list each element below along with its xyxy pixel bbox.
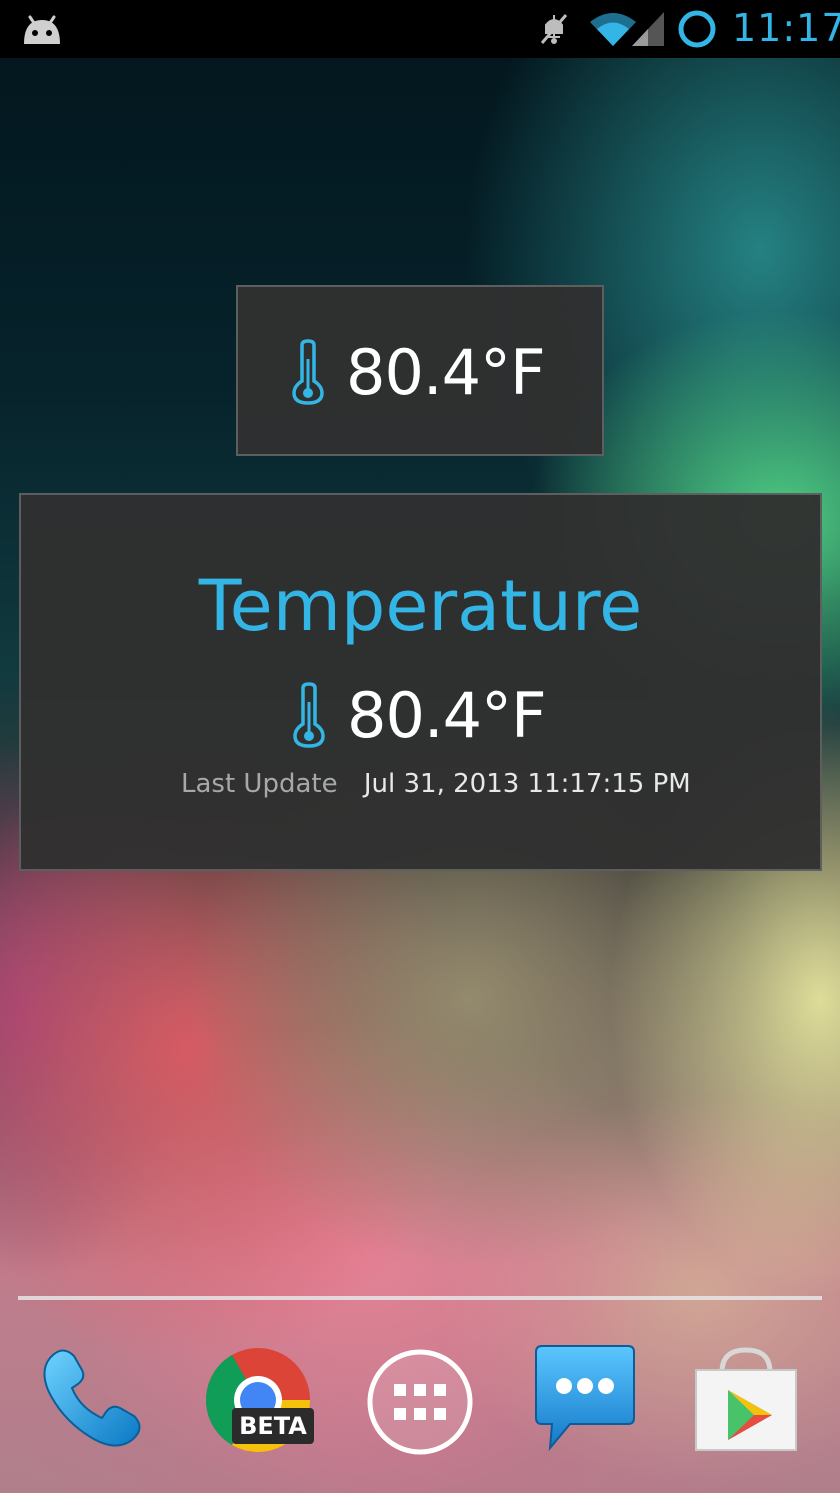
temperature-widget-large[interactable]: Temperature 80.4°F Last Update Jul 31, 2… bbox=[19, 493, 822, 871]
signal-icon bbox=[632, 12, 664, 46]
temperature-value: 80.4°F bbox=[347, 678, 547, 752]
status-bar: 11:17 bbox=[0, 0, 840, 58]
last-update-row: Last Update Jul 31, 2013 11:17:15 PM bbox=[181, 769, 691, 799]
status-clock: 11:17 bbox=[732, 6, 840, 50]
mute-icon bbox=[540, 14, 568, 44]
phone-icon[interactable] bbox=[36, 1342, 148, 1454]
thermometer-icon bbox=[292, 339, 324, 405]
circle-indicator-icon bbox=[678, 10, 716, 48]
chrome-beta-icon[interactable]: BETA bbox=[202, 1344, 314, 1456]
thermometer-icon bbox=[293, 682, 325, 748]
messaging-icon[interactable] bbox=[530, 1344, 638, 1452]
play-store-icon[interactable] bbox=[692, 1346, 800, 1454]
last-update-label: Last Update bbox=[181, 769, 338, 799]
temperature-widget-small[interactable]: 80.4°F bbox=[236, 285, 604, 456]
android-notification-icon[interactable] bbox=[20, 14, 64, 46]
widget-title: Temperature bbox=[198, 565, 643, 647]
app-drawer-icon[interactable] bbox=[366, 1348, 474, 1456]
temperature-value: 80.4°F bbox=[346, 335, 546, 409]
temperature-row: 80.4°F bbox=[290, 329, 546, 415]
chrome-beta-badge: BETA bbox=[239, 1412, 307, 1440]
dock-divider bbox=[18, 1296, 822, 1300]
last-update-value: Jul 31, 2013 11:17:15 PM bbox=[363, 769, 691, 799]
temperature-row: 80.4°F bbox=[291, 675, 547, 755]
